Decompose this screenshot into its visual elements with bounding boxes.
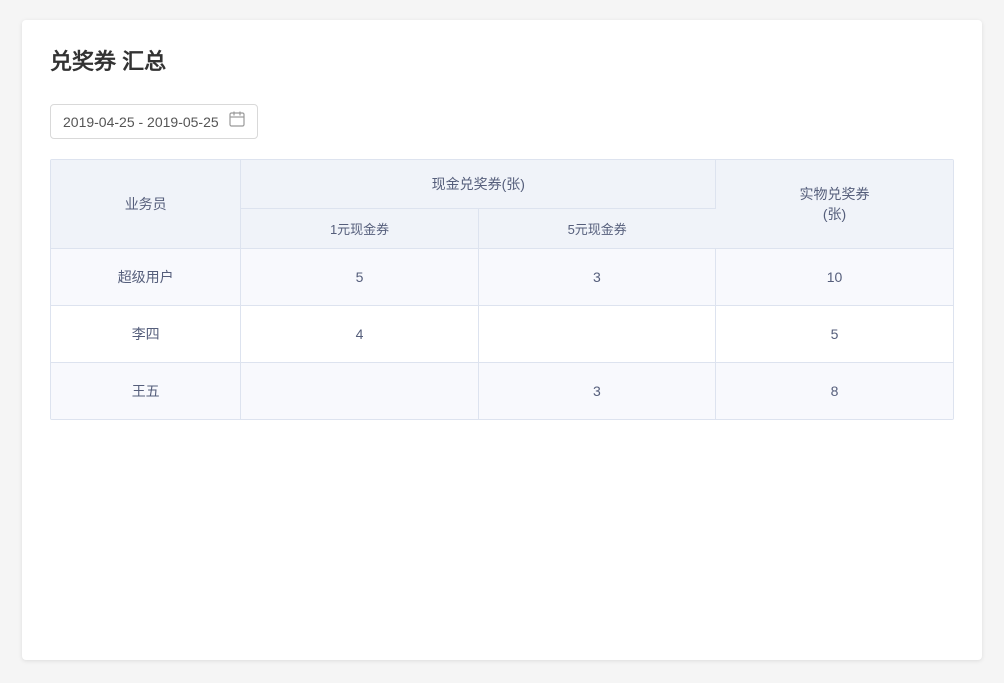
calendar-icon [229,111,245,132]
main-card: 兑奖券 汇总 2019-04-25 - 2019-05-25 业务员 现金兑奖券… [22,20,982,660]
date-range-text: 2019-04-25 - 2019-05-25 [63,114,219,130]
table-row: 超级用户5310 [51,249,953,306]
page-title: 兑奖券 汇总 [50,44,954,76]
table-body: 超级用户5310李四45王五38 [51,249,953,420]
cell-cash-1yuan: 4 [241,306,478,363]
cell-cash-5yuan [478,306,715,363]
col-header-cash-5yuan: 5元现金券 [478,209,715,249]
data-table-container: 业务员 现金兑奖券(张) 实物兑奖券 (张) 1元现金券 5元现金券 丽芝士兑奖… [50,159,954,420]
summary-table: 业务员 现金兑奖券(张) 实物兑奖券 (张) 1元现金券 5元现金券 丽芝士兑奖… [51,160,953,419]
col-header-cash-coupon: 现金兑奖券(张) [241,160,716,209]
col-header-cash-1yuan: 1元现金券 [241,209,478,249]
cell-agent: 李四 [51,306,241,363]
col-header-physical-coupon: 实物兑奖券 (张) [716,160,953,249]
col-header-agent: 业务员 [51,160,241,249]
date-picker[interactable]: 2019-04-25 - 2019-05-25 [50,104,258,139]
date-picker-wrapper: 2019-04-25 - 2019-05-25 [50,104,954,139]
cell-lizishi: 5 [716,306,953,363]
cell-cash-1yuan [241,363,478,420]
cell-agent: 超级用户 [51,249,241,306]
cell-cash-5yuan: 3 [478,363,715,420]
cell-agent: 王五 [51,363,241,420]
cell-cash-5yuan: 3 [478,249,715,306]
table-row: 王五 38 [51,363,953,420]
table-row: 李四4 5 [51,306,953,363]
cell-cash-1yuan: 5 [241,249,478,306]
cell-lizishi: 10 [716,249,953,306]
cell-lizishi: 8 [716,363,953,420]
